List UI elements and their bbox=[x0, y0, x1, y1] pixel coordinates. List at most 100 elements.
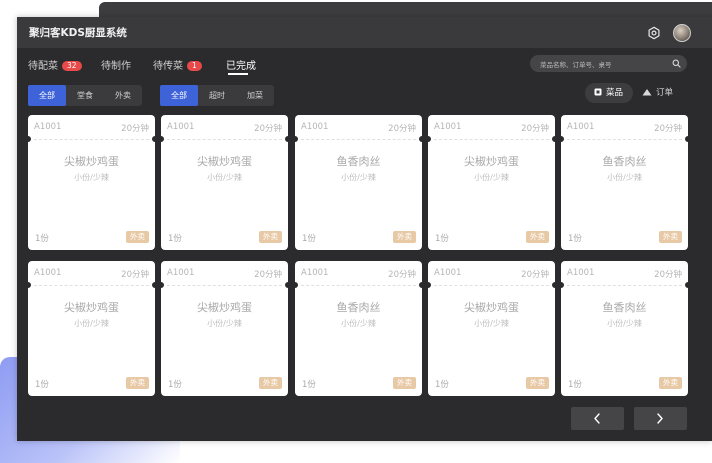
order-card[interactable]: A1001 20分钟 尖椒炒鸡蛋 小份/少辣 1份 外卖 bbox=[428, 115, 555, 250]
ticket-notch bbox=[161, 136, 164, 142]
order-card[interactable]: A1001 20分钟 鱼香肉丝 小份/少辣 1份 外卖 bbox=[561, 115, 688, 250]
ticket-notch bbox=[419, 136, 422, 142]
order-card[interactable]: A1001 20分钟 尖椒炒鸡蛋 小份/少辣 1份 外卖 bbox=[28, 115, 155, 250]
dish-spec: 小份/少辣 bbox=[74, 173, 109, 182]
elapsed-time: 20分钟 bbox=[121, 270, 149, 280]
title-bar: 聚归客KDS厨显系统 bbox=[17, 17, 712, 48]
divider bbox=[301, 139, 416, 140]
order-card[interactable]: A1001 20分钟 尖椒炒鸡蛋 小份/少辣 1份 外卖 bbox=[28, 261, 155, 396]
filter-all[interactable]: 全部 bbox=[160, 85, 198, 106]
tab-label: 待配菜 bbox=[28, 61, 58, 72]
avatar[interactable] bbox=[673, 24, 691, 42]
order-card[interactable]: A1001 20分钟 尖椒炒鸡蛋 小份/少辣 1份 外卖 bbox=[161, 115, 288, 250]
tab-label: 待传菜 bbox=[153, 61, 183, 72]
ticket-notch bbox=[28, 282, 31, 288]
dish-name: 尖椒炒鸡蛋 bbox=[64, 155, 119, 168]
quantity: 1份 bbox=[168, 234, 182, 244]
ticket-notch bbox=[552, 136, 555, 142]
tab-completed[interactable]: 已完成 bbox=[226, 57, 256, 75]
gear-icon[interactable] bbox=[647, 26, 661, 40]
filter-overtime[interactable]: 超时 bbox=[198, 85, 236, 106]
view-order-button[interactable]: 订单 bbox=[642, 83, 688, 103]
order-type-badge: 外卖 bbox=[126, 377, 149, 389]
app-title: 聚归客KDS厨显系统 bbox=[29, 27, 127, 39]
dish-name: 鱼香肉丝 bbox=[602, 301, 647, 314]
quantity: 1份 bbox=[35, 380, 49, 390]
divider bbox=[434, 139, 549, 140]
dish-spec: 小份/少辣 bbox=[474, 319, 509, 328]
kds-window: 聚归客KDS厨显系统 待配菜 32 待制作 待传菜 1 已完成 全部 堂食 外卖 bbox=[17, 17, 712, 441]
dish-name: 尖椒炒鸡蛋 bbox=[464, 301, 519, 314]
filter-added[interactable]: 加菜 bbox=[236, 85, 274, 106]
tab-pending-serve[interactable]: 待传菜 1 bbox=[153, 57, 202, 72]
order-card[interactable]: A1001 20分钟 鱼香肉丝 小份/少辣 1份 外卖 bbox=[295, 115, 422, 250]
quantity: 1份 bbox=[568, 380, 582, 390]
order-card[interactable]: A1001 20分钟 鱼香肉丝 小份/少辣 1份 外卖 bbox=[561, 261, 688, 396]
ticket-notch bbox=[152, 136, 155, 142]
quantity: 1份 bbox=[168, 380, 182, 390]
divider bbox=[301, 285, 416, 286]
filter-all[interactable]: 全部 bbox=[28, 85, 66, 106]
ticket-notch bbox=[285, 282, 288, 288]
order-number: A1001 bbox=[434, 122, 462, 132]
active-tab-indicator bbox=[228, 73, 248, 75]
order-number: A1001 bbox=[301, 122, 329, 132]
order-card[interactable]: A1001 20分钟 尖椒炒鸡蛋 小份/少辣 1份 外卖 bbox=[428, 261, 555, 396]
search-icon[interactable] bbox=[672, 59, 681, 68]
dish-spec: 小份/少辣 bbox=[607, 173, 642, 182]
elapsed-time: 20分钟 bbox=[388, 124, 416, 134]
dish-name: 鱼香肉丝 bbox=[336, 301, 381, 314]
tab-label: 已完成 bbox=[226, 61, 256, 72]
tab-label: 待制作 bbox=[101, 61, 131, 72]
order-type-badge: 外卖 bbox=[659, 377, 682, 389]
order-card[interactable]: A1001 20分钟 尖椒炒鸡蛋 小份/少辣 1份 外卖 bbox=[161, 261, 288, 396]
dish-name: 尖椒炒鸡蛋 bbox=[64, 301, 119, 314]
elapsed-time: 20分钟 bbox=[521, 124, 549, 134]
order-card[interactable]: A1001 20分钟 鱼香肉丝 小份/少辣 1份 外卖 bbox=[295, 261, 422, 396]
order-type-badge: 外卖 bbox=[659, 231, 682, 243]
filter-dine-in[interactable]: 堂食 bbox=[66, 85, 104, 106]
dish-name: 鱼香肉丝 bbox=[336, 155, 381, 168]
status-filter: 全部 超时 加菜 bbox=[160, 85, 274, 106]
dish-spec: 小份/少辣 bbox=[474, 173, 509, 182]
order-number: A1001 bbox=[167, 268, 195, 278]
ticket-notch bbox=[685, 136, 688, 142]
tab-pending-cook[interactable]: 待制作 bbox=[101, 57, 131, 72]
chevron-right-icon bbox=[657, 413, 663, 424]
quantity: 1份 bbox=[435, 380, 449, 390]
quantity: 1份 bbox=[35, 234, 49, 244]
ticket-notch bbox=[152, 282, 155, 288]
elapsed-time: 20分钟 bbox=[388, 270, 416, 280]
order-type-badge: 外卖 bbox=[393, 231, 416, 243]
order-number: A1001 bbox=[301, 268, 329, 278]
dish-name: 尖椒炒鸡蛋 bbox=[197, 301, 252, 314]
ticket-notch bbox=[685, 282, 688, 288]
next-page-button[interactable] bbox=[634, 407, 687, 430]
dish-spec: 小份/少辣 bbox=[74, 319, 109, 328]
order-number: A1001 bbox=[434, 268, 462, 278]
order-number: A1001 bbox=[34, 122, 62, 132]
elapsed-time: 20分钟 bbox=[254, 270, 282, 280]
quantity: 1份 bbox=[302, 234, 316, 244]
search-box bbox=[530, 55, 687, 73]
dish-icon bbox=[594, 88, 602, 96]
divider bbox=[34, 285, 149, 286]
tab-pending-prep[interactable]: 待配菜 32 bbox=[28, 57, 82, 72]
view-toggle: 菜品 订单 bbox=[584, 83, 689, 103]
search-input[interactable] bbox=[538, 56, 672, 73]
count-badge: 32 bbox=[62, 61, 82, 71]
prev-page-button[interactable] bbox=[571, 407, 624, 430]
filter-takeout[interactable]: 外卖 bbox=[104, 85, 142, 106]
chevron-left-icon bbox=[594, 413, 600, 424]
ticket-notch bbox=[419, 282, 422, 288]
view-dish-button[interactable]: 菜品 bbox=[585, 83, 633, 103]
quantity: 1份 bbox=[302, 380, 316, 390]
ticket-notch bbox=[428, 282, 431, 288]
dish-spec: 小份/少辣 bbox=[207, 173, 242, 182]
ticket-notch bbox=[28, 136, 31, 142]
ticket-notch bbox=[285, 136, 288, 142]
order-number: A1001 bbox=[567, 122, 595, 132]
count-badge: 1 bbox=[187, 61, 202, 71]
elapsed-time: 20分钟 bbox=[254, 124, 282, 134]
order-icon bbox=[642, 89, 652, 96]
